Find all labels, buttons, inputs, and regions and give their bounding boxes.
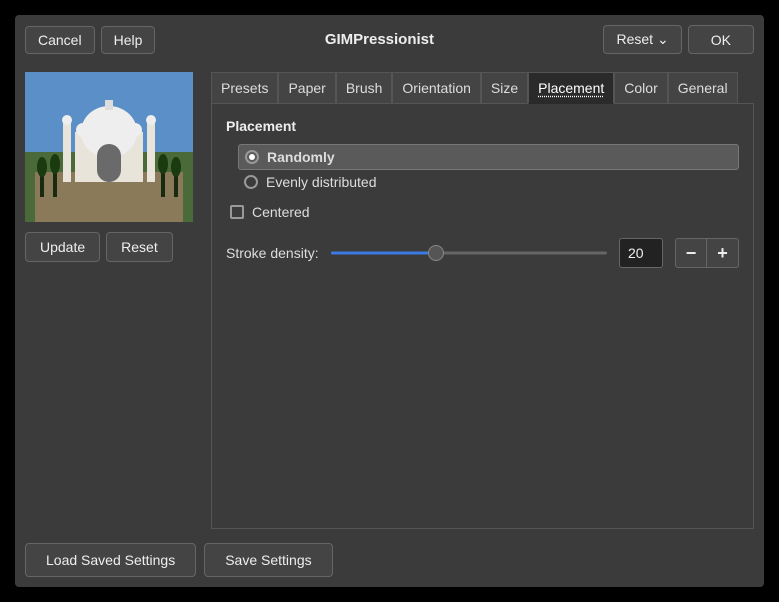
tab-orientation[interactable]: Orientation [392, 72, 480, 104]
stroke-density-slider[interactable] [331, 243, 607, 263]
preview-image [25, 72, 193, 222]
radio-label: Randomly [267, 149, 335, 165]
update-button[interactable]: Update [25, 232, 100, 262]
ok-button[interactable]: OK [688, 25, 754, 54]
checkbox-icon [230, 205, 244, 219]
help-button[interactable]: Help [101, 26, 156, 54]
load-saved-settings-button[interactable]: Load Saved Settings [25, 543, 196, 577]
dialog-window: Cancel Help GIMPressionist Reset⌄ OK [15, 15, 764, 587]
radio-icon [245, 150, 259, 164]
increment-button[interactable]: + [707, 238, 739, 268]
decrement-button[interactable]: − [675, 238, 707, 268]
checkbox-centered[interactable]: Centered [230, 204, 739, 220]
tab-color[interactable]: Color [614, 72, 667, 104]
checkbox-label: Centered [252, 204, 310, 220]
tab-size[interactable]: Size [481, 72, 528, 104]
radio-icon [244, 175, 258, 189]
tab-brush[interactable]: Brush [336, 72, 393, 104]
chevron-down-icon: ⌄ [657, 31, 669, 48]
tab-general[interactable]: General [668, 72, 738, 104]
tab-placement[interactable]: Placement [528, 72, 614, 104]
stroke-density-label: Stroke density: [226, 245, 319, 261]
tab-presets[interactable]: Presets [211, 72, 278, 104]
stroke-density-input[interactable] [619, 238, 663, 268]
section-heading: Placement [226, 118, 739, 134]
reset-dropdown-button[interactable]: Reset⌄ [603, 25, 681, 54]
radio-label: Evenly distributed [266, 174, 377, 190]
dialog-title: GIMPressionist [155, 31, 603, 48]
radio-randomly[interactable]: Randomly [238, 144, 739, 170]
cancel-button[interactable]: Cancel [25, 26, 95, 54]
tab-panel-placement: Placement Randomly Evenly distributed Ce… [211, 103, 754, 529]
preview-reset-button[interactable]: Reset [106, 232, 173, 262]
tab-bar: Presets Paper Brush Orientation Size Pla… [211, 72, 754, 104]
radio-evenly-distributed[interactable]: Evenly distributed [238, 170, 739, 194]
title-bar: Cancel Help GIMPressionist Reset⌄ OK [25, 25, 754, 54]
tab-paper[interactable]: Paper [278, 72, 335, 104]
save-settings-button[interactable]: Save Settings [204, 543, 332, 577]
